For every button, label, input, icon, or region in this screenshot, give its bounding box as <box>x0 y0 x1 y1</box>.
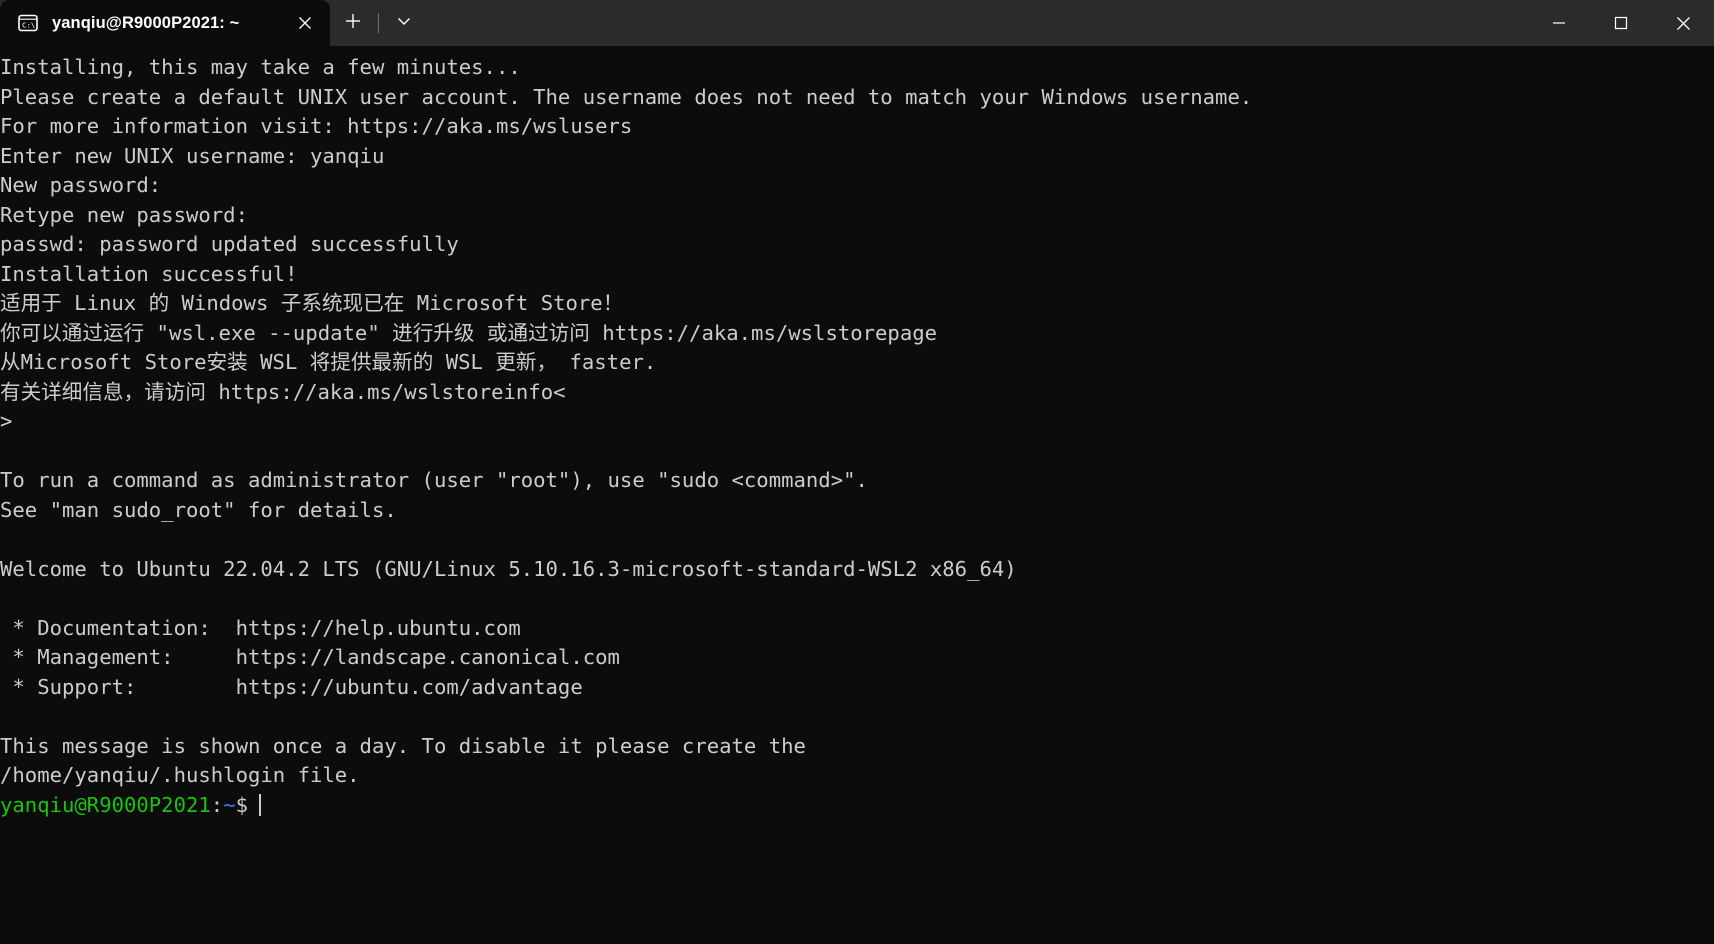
terminal-line: Retype new password: <box>0 202 248 227</box>
terminal-line: For more information visit: https://aka.… <box>0 114 633 138</box>
terminal-line: * Documentation: https://help.ubuntu.com <box>0 615 521 640</box>
plus-icon <box>344 12 362 34</box>
terminal-line: 你可以通过运行 "wsl.exe --update" 进行升级 或通过访问 ht… <box>0 320 938 345</box>
prompt-sigil: $ <box>235 792 248 817</box>
tab-title: yanqiu@R9000P2021: ~ <box>52 13 240 32</box>
prompt-colon: : <box>210 792 224 817</box>
terminal-line: See "man sudo_root" for details. <box>0 497 397 522</box>
terminal-line: New password: <box>0 173 162 197</box>
terminal-line: This message is shown once a day. To dis… <box>0 733 806 758</box>
terminal-line: * Support: https://ubuntu.com/advantage <box>0 674 583 699</box>
terminal-line: 从Microsoft Store安装 WSL 将提供最新的 WSL 更新， fa… <box>0 350 657 374</box>
terminal-line: /home/yanqiu/.hushlogin file. <box>0 763 360 787</box>
prompt-user-host: yanqiu@R9000P2021 <box>0 792 211 817</box>
svg-text:C:\: C:\ <box>22 20 35 29</box>
window-drag-region <box>427 0 1528 46</box>
window-controls <box>1528 0 1714 46</box>
terminal-output-area[interactable]: Installing, this may take a few minutes.… <box>0 46 1714 944</box>
terminal-line: Enter new UNIX username: yanqiu <box>0 143 385 168</box>
terminal-tab[interactable]: C:\ yanqiu@R9000P2021: ~ <box>0 0 330 46</box>
terminal-line: Installation successful! <box>0 261 298 286</box>
new-tab-button[interactable] <box>330 0 376 46</box>
toolbar-divider <box>378 13 379 33</box>
prompt-path: ~ <box>223 792 236 817</box>
terminal-line: Welcome to Ubuntu 22.04.2 LTS (GNU/Linux… <box>0 556 1017 581</box>
close-window-button[interactable] <box>1652 0 1714 46</box>
terminal-line: Please create a default UNIX user accoun… <box>0 84 1253 109</box>
terminal-line: passwd: password updated successfully <box>0 232 459 256</box>
close-tab-button[interactable] <box>284 0 326 46</box>
maximize-button[interactable] <box>1590 0 1652 46</box>
chevron-down-icon <box>395 12 413 34</box>
terminal-line: Installing, this may take a few minutes.… <box>0 55 521 79</box>
terminal-line: To run a command as administrator (user … <box>0 468 868 492</box>
minimize-button[interactable] <box>1528 0 1590 46</box>
terminal-scrollback: Installing, this may take a few minutes.… <box>0 53 1714 791</box>
tab-dropdown-button[interactable] <box>381 0 427 46</box>
terminal-line: 适用于 Linux 的 Windows 子系统现已在 Microsoft Sto… <box>0 291 624 315</box>
title-bar: C:\ yanqiu@R9000P2021: ~ <box>0 0 1714 46</box>
terminal-line: * Management: https://landscape.canonica… <box>0 645 620 669</box>
terminal-line: > <box>0 409 13 433</box>
shell-prompt-line: yanqiu@R9000P2021:~$ <box>0 791 1714 821</box>
text-cursor <box>259 793 261 816</box>
terminal-line: 有关详细信息，请访问 https://aka.ms/wslstoreinfo< <box>0 379 566 404</box>
console-cmd-icon: C:\ <box>18 14 38 32</box>
tab-strip: C:\ yanqiu@R9000P2021: ~ <box>0 0 427 46</box>
